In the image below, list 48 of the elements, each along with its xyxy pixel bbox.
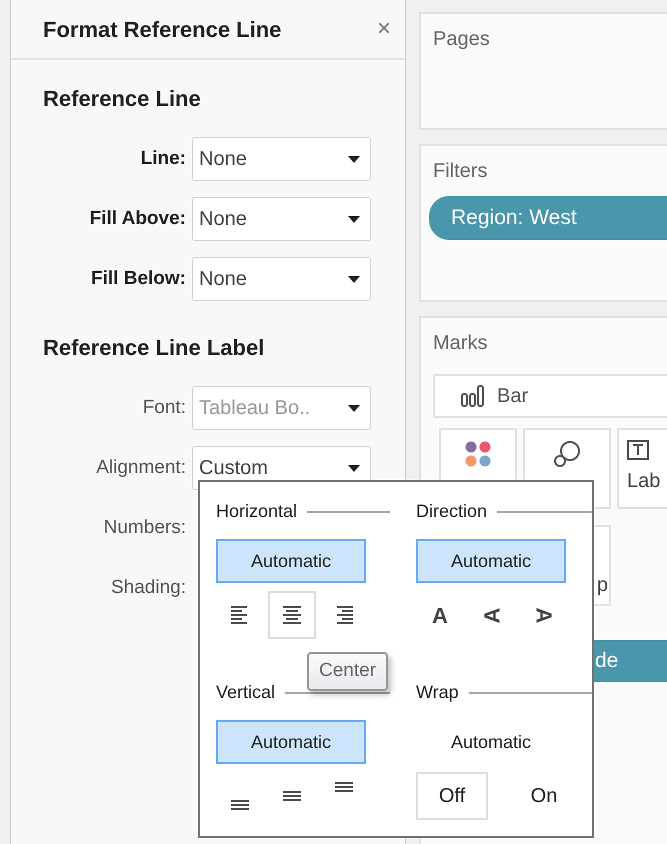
align-middle-icon (281, 791, 303, 801)
dropdown: Tableau Bo.. (192, 386, 371, 430)
align-top-icon (333, 782, 355, 792)
caret-icon (348, 404, 360, 412)
field-label: Numbers: (102, 516, 187, 540)
card-title: Pages (433, 27, 491, 52)
close-button[interactable]: × (376, 17, 391, 41)
direction-option[interactable]: A (520, 591, 568, 639)
caret-icon (348, 216, 360, 222)
field-label: Alignment: (95, 456, 187, 480)
caret-icon (348, 156, 360, 162)
caret-icon (348, 276, 360, 282)
automatic-option[interactable]: Automatic (416, 539, 566, 583)
group-title: Wrap (416, 681, 459, 704)
field-label: Fill Above: (88, 206, 187, 231)
wrap-option[interactable]: On (508, 772, 580, 820)
section-heading: Reference Line Label (42, 334, 266, 362)
alignment-option[interactable] (268, 591, 316, 639)
group-title: Vertical (216, 681, 276, 704)
field-label: Font: (142, 396, 187, 420)
group-title: Horizontal (216, 500, 298, 523)
panel-title: Format Reference Line (43, 16, 282, 44)
direction-option[interactable]: A (468, 591, 516, 639)
text-box-icon (627, 440, 649, 462)
card-title: Marks (433, 331, 488, 356)
mark-type-dropdown[interactable]: Bar (433, 374, 667, 418)
size-circles-icon (553, 440, 581, 468)
group-title: Direction (416, 500, 488, 523)
dropdown[interactable]: None (192, 137, 371, 181)
direction-option[interactable]: A (416, 591, 464, 639)
field-label: Fill Below: (90, 266, 187, 291)
automatic-option[interactable]: Automatic (416, 720, 566, 764)
tooltip: Center (307, 652, 388, 690)
label-button[interactable]: Lab (617, 428, 667, 509)
color-dots-icon (464, 440, 492, 468)
wrap-option[interactable]: Off (416, 772, 488, 820)
align-bottom-icon (229, 800, 251, 810)
card-title: Filters (433, 159, 488, 184)
caret-icon (348, 464, 360, 472)
section-heading: Reference Line (42, 85, 202, 113)
automatic-option[interactable]: Automatic (216, 720, 366, 764)
field-label: Line: (140, 146, 187, 171)
dropdown[interactable]: None (192, 257, 371, 301)
automatic-option[interactable]: Automatic (216, 539, 366, 583)
dropdown[interactable]: None (192, 197, 371, 241)
field-label: Shading: (110, 576, 187, 600)
align-center-icon (281, 604, 303, 626)
bar-chart-icon (461, 385, 485, 407)
